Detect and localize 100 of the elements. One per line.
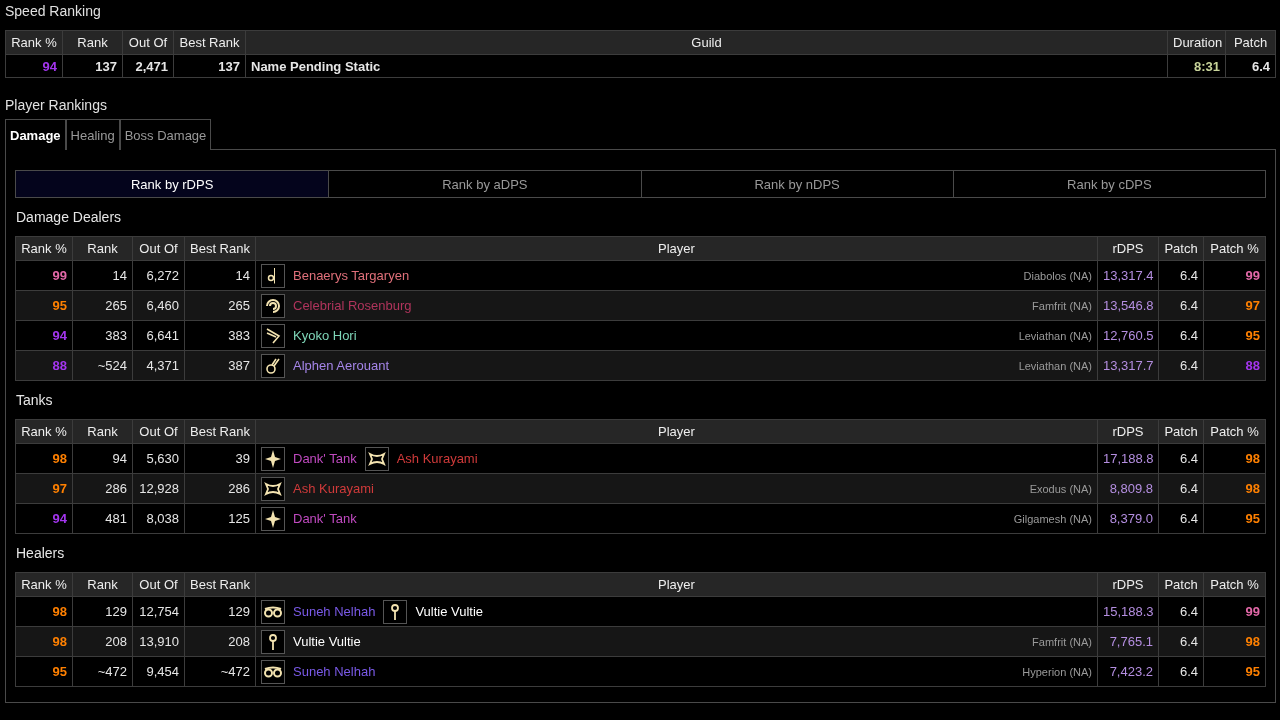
rank-mode-tab[interactable]: Rank by rDPS (16, 171, 329, 197)
patch-percent-cell: 97 (1203, 290, 1266, 321)
column-header: Guild (245, 30, 1168, 55)
column-header: Rank % (15, 236, 73, 261)
rank-percent-cell: 94 (15, 320, 73, 351)
server-label: Hyperion (NA) (1022, 665, 1092, 678)
table-cell: 6,272 (132, 260, 185, 291)
column-header: Player (255, 572, 1098, 597)
rdps-cell: 17,188.8 (1097, 443, 1159, 474)
table-cell: 39 (184, 443, 256, 474)
server-label: Gilgamesh (NA) (1013, 512, 1092, 525)
wing-icon (261, 323, 285, 348)
rdps-cell: 7,765.1 (1097, 626, 1159, 657)
rdps-cell: 13,317.4 (1097, 260, 1159, 291)
section-title: Speed Ranking (5, 2, 101, 21)
player-name[interactable]: Dank' Tank (293, 511, 357, 526)
player-name[interactable]: Kyoko Hori (293, 328, 357, 343)
tab[interactable]: Boss Damage (119, 119, 212, 150)
staff-icon (261, 629, 285, 654)
column-header: Player (255, 236, 1098, 261)
server-label: Famfrit (NA) (1032, 299, 1092, 312)
player-name[interactable]: Suneh Nelhah (293, 664, 376, 679)
patch-percent-cell: 95 (1203, 320, 1266, 351)
table-cell: 286 (184, 473, 256, 504)
server-label: Diabolos (NA) (1023, 269, 1092, 282)
column-header: Best Rank (173, 30, 246, 55)
patch-percent-cell: 98 (1203, 626, 1266, 657)
group-title: Healers (16, 544, 65, 563)
guild-cell: Name Pending Static (245, 54, 1168, 78)
column-header: Rank (72, 572, 133, 597)
table-cell: 14 (72, 260, 133, 291)
player-name[interactable]: Suneh Nelhah (293, 604, 376, 619)
server-label: Leviathan (NA) (1018, 329, 1092, 342)
rdps-cell: 8,379.0 (1097, 503, 1159, 534)
column-header: Duration (1167, 30, 1226, 55)
patch-percent-cell: 98 (1203, 473, 1266, 504)
table-cell: 265 (184, 290, 256, 321)
patch-percent-cell: 88 (1203, 350, 1266, 381)
rank-percent-cell: 98 (15, 596, 73, 627)
patch-percent-cell: 95 (1203, 503, 1266, 534)
column-header: Patch (1158, 236, 1204, 261)
table-cell: 6,460 (132, 290, 185, 321)
table-cell: 129 (72, 596, 133, 627)
table-cell: ~472 (72, 656, 133, 687)
column-header: Patch (1158, 419, 1204, 444)
table-cell: 8,038 (132, 503, 185, 534)
player-name[interactable]: Vultie Vultie (293, 634, 361, 649)
column-header: Rank % (15, 419, 73, 444)
table-cell: 12,928 (132, 473, 185, 504)
table-cell: 13,910 (132, 626, 185, 657)
table-cell: 387 (184, 350, 256, 381)
tab[interactable]: Healing (65, 119, 120, 150)
table-cell: 265 (72, 290, 133, 321)
player-name[interactable]: Ash Kurayami (293, 481, 374, 496)
rank-percent-cell: 94 (5, 54, 63, 78)
patch-percent-cell: 98 (1203, 443, 1266, 474)
table-cell: 208 (72, 626, 133, 657)
table-cell: 14 (184, 260, 256, 291)
table-cell: 6,641 (132, 320, 185, 351)
rank-percent-cell: 98 (15, 626, 73, 657)
column-header: Rank % (5, 30, 63, 55)
column-header: Best Rank (184, 419, 256, 444)
player-name[interactable]: Benaerys Targaryen (293, 268, 410, 283)
rdps-cell: 8,809.8 (1097, 473, 1159, 504)
table-cell: 383 (184, 320, 256, 351)
table-cell: 5,630 (132, 443, 185, 474)
player-name[interactable]: Dank' Tank (293, 451, 357, 466)
player-name[interactable]: Ash Kurayami (396, 451, 478, 466)
group-title: Tanks (16, 391, 53, 410)
rdps-cell: 7,423.2 (1097, 656, 1159, 687)
column-header: rDPS (1097, 419, 1159, 444)
column-header: Rank (72, 419, 133, 444)
rdps-cell: 12,760.5 (1097, 320, 1159, 351)
rank-percent-cell: 95 (15, 290, 73, 321)
table-cell: 4,371 (132, 350, 185, 381)
section-title: Player Rankings (5, 96, 107, 115)
rdps-cell: 13,546.8 (1097, 290, 1159, 321)
rdps-cell: 15,188.3 (1097, 596, 1159, 627)
column-header: Best Rank (184, 236, 256, 261)
table-cell: 12,754 (132, 596, 185, 627)
player-name[interactable]: Vultie Vultie (415, 604, 484, 619)
tab[interactable]: Damage (5, 119, 66, 150)
patch-percent-cell: 99 (1203, 260, 1266, 291)
column-header: Out Of (132, 236, 185, 261)
server-label: Exodus (NA) (1029, 482, 1092, 495)
table-cell: ~524 (72, 350, 133, 381)
column-header: Out Of (122, 30, 174, 55)
column-header: Patch (1225, 30, 1276, 55)
column-header: Patch % (1203, 236, 1266, 261)
rank-percent-cell: 94 (15, 503, 73, 534)
column-header: Patch (1158, 572, 1204, 597)
group-title: Damage Dealers (16, 208, 122, 227)
player-name[interactable]: Alphen Aerouant (293, 358, 390, 373)
patch-percent-cell: 99 (1203, 596, 1266, 627)
staff-icon (383, 599, 408, 624)
table-cell: 208 (184, 626, 256, 657)
table-cell: 9,454 (132, 656, 185, 687)
column-header: Rank (62, 30, 123, 55)
swirl-icon (261, 293, 285, 318)
column-header: rDPS (1097, 572, 1159, 597)
